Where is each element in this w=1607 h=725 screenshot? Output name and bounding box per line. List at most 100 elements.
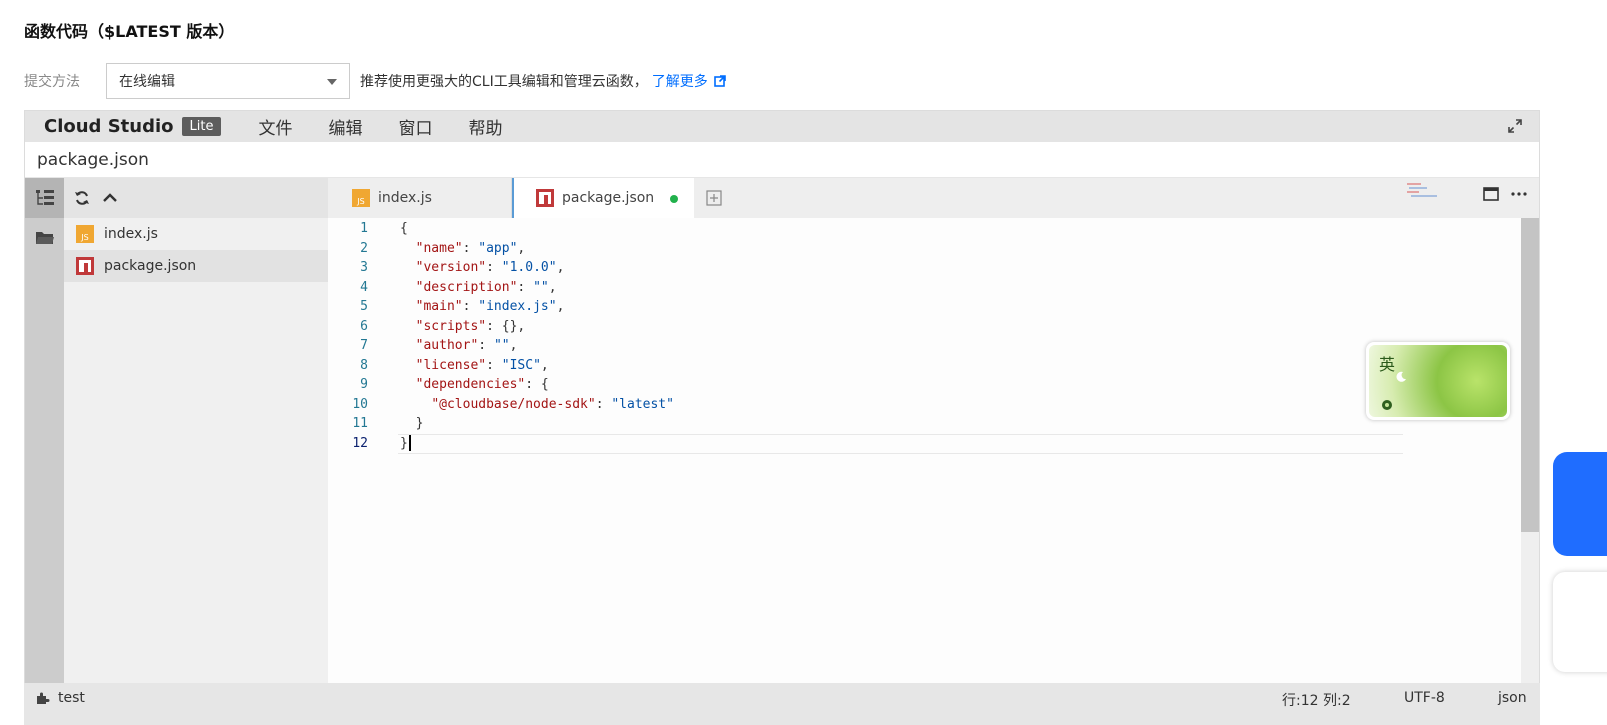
line-number: 2 [360, 240, 368, 256]
code-text: "dependencies": { [415, 377, 549, 392]
more-options-icon[interactable] [1511, 191, 1527, 197]
submit-method-row: 提交方法 在线编辑 推荐使用更强大的CLI工具编辑和管理云函数， 了解更多 [24, 62, 726, 100]
explorer-tree-button[interactable] [25, 178, 64, 218]
menu-window[interactable]: 窗口 [398, 114, 432, 139]
code-line: 7 "author": "", [328, 336, 1521, 356]
menu-edit[interactable]: 编辑 [328, 114, 362, 139]
new-tab-button[interactable] [706, 178, 722, 218]
line-number: 8 [360, 357, 368, 373]
code-text: { [400, 221, 408, 236]
scrollbar-thumb[interactable] [1521, 218, 1539, 532]
file-name: index.js [104, 226, 158, 242]
code-line: 5 "main": "index.js", [328, 297, 1521, 317]
page-title: 函数代码（$LATEST 版本） [24, 22, 235, 41]
tab-label: package.json [562, 190, 655, 206]
editor-tabbar: JS index.js package.json [328, 178, 1539, 218]
code-text: } [400, 416, 424, 431]
submit-method-value: 在线编辑 [119, 74, 175, 90]
code-editor: JS index.js package.json 1 {2 "name": "… [328, 178, 1539, 724]
submit-method-label: 提交方法 [24, 74, 80, 90]
ide-brand: Cloud Studio [44, 116, 174, 137]
line-number: 11 [352, 416, 368, 431]
code-line: 1{ [328, 219, 1521, 239]
code-line: 9 "dependencies": { [328, 375, 1521, 395]
code-text: "description": "", [415, 279, 557, 295]
file-item-package-json[interactable]: package.json [64, 250, 328, 282]
file-encoding[interactable]: UTF-8 [1404, 690, 1445, 706]
line-number: 1 [360, 221, 368, 236]
ide-menubar: Cloud Studio Lite 文件 编辑 窗口 帮助 [25, 111, 1539, 142]
line-number: 12 [352, 435, 368, 451]
js-file-icon: JS [76, 225, 94, 243]
code-area[interactable]: 1{2 "name": "app", 3 "version": "1.0.0", 4… [328, 218, 1521, 724]
side-floating-button[interactable] [1553, 452, 1607, 556]
folder-button[interactable] [25, 218, 64, 258]
code-text: "license": "ISC", [415, 357, 549, 373]
code-line: 2 "name": "app", [328, 239, 1521, 259]
learn-more-link[interactable]: 了解更多 [652, 71, 726, 91]
folder-icon [35, 232, 54, 244]
line-number: 9 [360, 377, 368, 392]
code-line: 6 "scripts": {}, [328, 317, 1521, 337]
code-text: "version": "1.0.0", [415, 260, 565, 275]
submit-method-select[interactable]: 在线编辑 [106, 63, 350, 99]
cli-hint-text: 推荐使用更强大的CLI工具编辑和管理云函数， [360, 74, 648, 90]
collapse-icon[interactable] [102, 190, 118, 206]
line-number: 5 [360, 299, 368, 314]
file-path: package.json [37, 149, 149, 170]
line-number: 7 [360, 338, 368, 353]
code-line: 12} [328, 434, 1521, 454]
puzzle-icon [37, 692, 50, 704]
text-caret [408, 435, 411, 451]
code-line: 10 "@cloudbase/node-sdk": "latest" [328, 395, 1521, 415]
code-text: "author": "", [415, 338, 518, 353]
file-name: package.json [104, 258, 197, 274]
npm-file-icon [536, 189, 554, 207]
editor-scrollbar[interactable] [1521, 218, 1539, 724]
file-explorer: JS index.js package.json [64, 178, 328, 724]
ide-statusbar: test 行:12 列:2 UTF-8 json [24, 683, 1540, 725]
refresh-icon[interactable] [74, 190, 90, 206]
explorer-toolbar [64, 178, 328, 218]
menu-file[interactable]: 文件 [258, 114, 292, 139]
npm-file-icon [76, 257, 94, 275]
file-tree-icon [35, 190, 54, 205]
code-text: "@cloudbase/node-sdk": "latest" [431, 396, 674, 412]
minimap[interactable] [1405, 181, 1439, 199]
svg-text:JS: JS [80, 233, 88, 242]
code-line: 8 "license": "ISC", [328, 356, 1521, 376]
ime-input-method-widget[interactable]: 英 [1366, 342, 1510, 420]
env-name: test [58, 690, 85, 706]
lite-badge: Lite [181, 117, 222, 136]
line-number: 4 [360, 279, 368, 295]
line-number: 3 [360, 260, 368, 275]
env-indicator[interactable]: test [36, 690, 85, 706]
side-floating-card[interactable] [1553, 572, 1607, 672]
code-line: 4 "description": "", [328, 278, 1521, 298]
caret-down-icon [327, 79, 337, 85]
tab-package-json[interactable]: package.json [512, 178, 694, 218]
ime-language-indicator: 英 [1379, 355, 1396, 374]
unsaved-indicator [670, 195, 678, 203]
external-link-icon [713, 75, 726, 87]
svg-text:JS: JS [356, 197, 364, 206]
learn-more-label: 了解更多 [651, 74, 708, 90]
fullscreen-icon[interactable] [1507, 118, 1523, 134]
editor-tools [1483, 187, 1527, 201]
add-tab-icon [706, 190, 722, 206]
file-item-index-js[interactable]: JS index.js [64, 218, 328, 250]
tab-index-js[interactable]: JS index.js [328, 178, 512, 218]
js-file-icon: JS [352, 189, 370, 207]
code-line: 11 } [328, 414, 1521, 434]
language-mode[interactable]: json [1498, 690, 1527, 706]
activity-bar [25, 178, 64, 724]
maximize-panel-icon[interactable] [1483, 187, 1499, 201]
menu-help[interactable]: 帮助 [468, 114, 502, 139]
file-path-bar: package.json [25, 142, 1539, 178]
cursor-position[interactable]: 行:12 列:2 [1282, 690, 1351, 710]
cloud-studio-ide: Cloud Studio Lite 文件 编辑 窗口 帮助 package.js… [24, 110, 1540, 725]
code-text: "name": "app", [415, 240, 526, 256]
tab-label: index.js [378, 190, 432, 206]
code-text: "main": "index.js", [415, 299, 565, 314]
settings-gear-icon [1382, 400, 1392, 410]
